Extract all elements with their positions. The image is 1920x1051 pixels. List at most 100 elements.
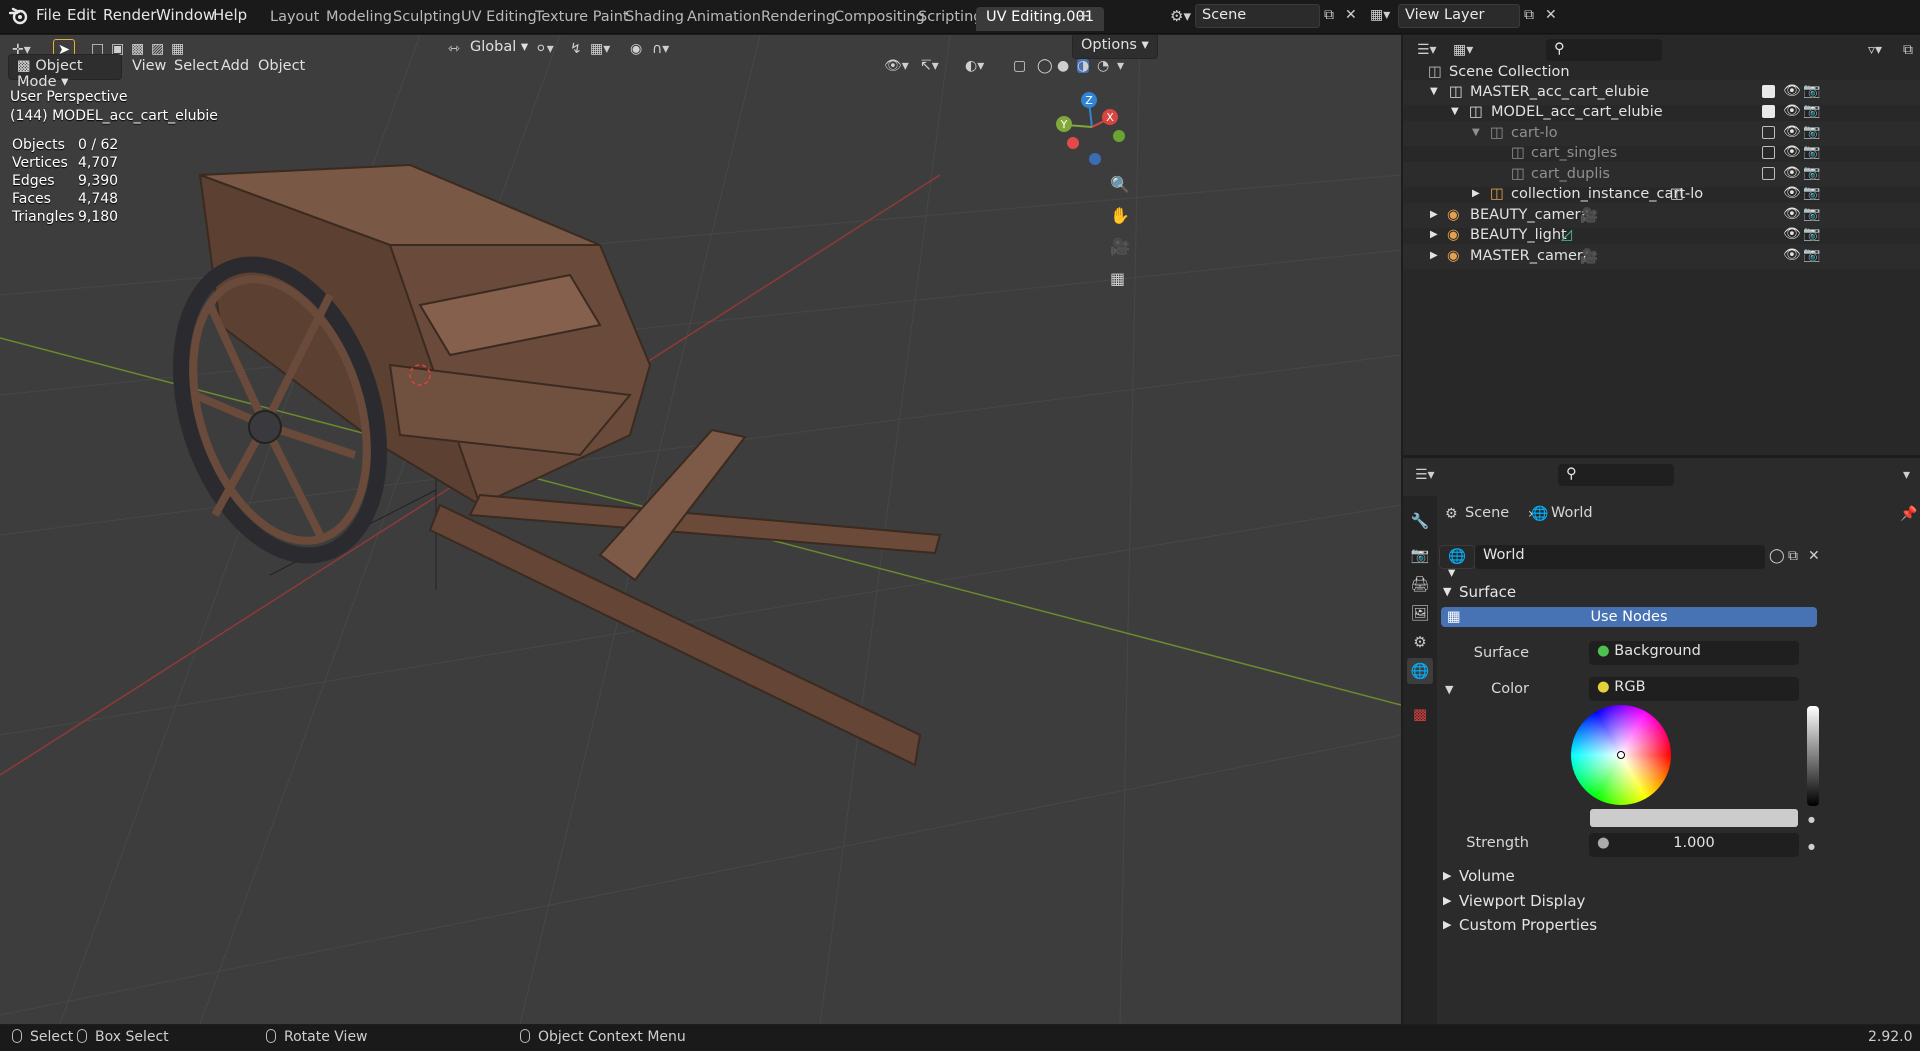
pivot-point-icon[interactable]: ⚪▾ [535, 42, 554, 56]
new-collection-icon[interactable]: ⧉ [1903, 43, 1913, 57]
color-swatch[interactable] [1590, 809, 1798, 827]
orientation-dropdown[interactable]: Global ▾ [462, 36, 536, 62]
delete-view-layer-icon[interactable]: ✕ [1545, 8, 1557, 22]
camera-render-icon[interactable]: 📷 [1803, 103, 1820, 119]
texture-tab-icon[interactable]: ▩ [1407, 701, 1433, 727]
pin-icon[interactable]: 📌 [1900, 507, 1917, 521]
gizmo-z-label[interactable]: Z [1085, 94, 1093, 107]
shading-options-icon[interactable]: ▾ [1117, 59, 1124, 73]
exclude-checkbox[interactable] [1762, 167, 1775, 180]
pan-hand-icon[interactable]: ✋ [1110, 208, 1130, 224]
view-layer-tab-icon[interactable]: 🖼 [1407, 600, 1433, 626]
world-name-field[interactable]: World [1475, 545, 1765, 569]
select-mode-invert-icon[interactable]: ▨ [151, 42, 164, 56]
view-layer-selector[interactable]: View Layer [1398, 4, 1520, 28]
menu-render[interactable]: Render [103, 6, 156, 24]
new-world-icon[interactable]: ⧉ [1788, 549, 1798, 563]
3d-viewport[interactable]: ✛▾ ➤ □ ▣ ▩ ▨ ▦ ⇿ Global ▾ ⚪▾ ↯ ▦▾ ◉ ∩▾ O… [0, 35, 1401, 1024]
camera-view-icon[interactable]: 🎥 [1110, 239, 1130, 255]
proportional-edit-icon[interactable]: ◉ [630, 42, 642, 56]
tool-tab-icon[interactable]: 🔧 [1407, 508, 1433, 534]
scene-selector[interactable]: Scene [1195, 4, 1320, 28]
fake-user-shield-icon[interactable]: ◯ [1769, 549, 1785, 563]
gizmo-x-label[interactable]: X [1106, 111, 1114, 124]
expand-icon[interactable]: ▶ [1472, 188, 1480, 199]
xray-icon[interactable]: ▢ [1013, 59, 1026, 73]
object-mode-dropdown[interactable]: ▩ Object Mode ▾ [8, 54, 122, 90]
keyframe-dot-icon[interactable]: ● [1808, 813, 1815, 827]
zoom-icon[interactable]: 🔍 [1110, 177, 1130, 193]
viewport-menu-object[interactable]: Object [250, 55, 313, 81]
new-scene-icon[interactable]: ⧉ [1324, 8, 1334, 22]
scene-icon[interactable]: ⚙▾ [1170, 9, 1191, 24]
eye-icon[interactable]: 👁 [1783, 185, 1801, 201]
camera-render-icon[interactable]: 📷 [1803, 206, 1820, 222]
snap-toggle-icon[interactable]: ↯ [570, 42, 582, 56]
expand-icon[interactable]: ▼ [1472, 127, 1480, 138]
expand-icon[interactable]: ▼ [1430, 86, 1438, 97]
eye-icon[interactable]: 👁 [1783, 165, 1801, 181]
new-view-layer-icon[interactable]: ⧉ [1524, 8, 1534, 22]
expand-icon[interactable]: ▼ [1451, 106, 1459, 117]
menu-file[interactable]: File [36, 6, 61, 24]
exclude-checkbox[interactable] [1762, 105, 1775, 118]
expand-icon[interactable]: ▶ [1430, 250, 1438, 261]
menu-window[interactable]: Window [156, 6, 215, 24]
camera-render-icon[interactable]: 📷 [1803, 185, 1820, 201]
filter-icon[interactable]: ▿▾ [1868, 43, 1882, 57]
gizmo-y-label[interactable]: Y [1060, 118, 1068, 131]
scene-tab-icon[interactable]: ⚙ [1407, 629, 1433, 655]
delete-scene-icon[interactable]: ✕ [1345, 8, 1357, 22]
outliner-row[interactable]: ▶ ◉ MASTER_camera 🎥 👁 📷 [1403, 244, 1920, 269]
blender-logo-icon[interactable] [9, 7, 29, 25]
navigation-gizmo[interactable]: Z X Y [1050, 90, 1140, 170]
surface-panel-header[interactable]: ▼ Surface [1439, 580, 1913, 608]
overlays-icon[interactable]: ◐▾ [965, 59, 984, 73]
eye-icon[interactable]: 👁 [1783, 206, 1801, 222]
collapse-icon[interactable]: ▾ [1903, 468, 1910, 482]
expand-icon[interactable]: ▶ [1430, 209, 1438, 220]
eye-icon[interactable]: 👁 [1783, 124, 1801, 140]
outliner-search-input[interactable]: ⚲ [1546, 39, 1662, 61]
world-browse-button[interactable]: 🌐▾ [1439, 545, 1475, 581]
rendered-shading-icon[interactable]: ◔ [1097, 59, 1109, 73]
ortho-grid-icon[interactable]: ▦ [1110, 271, 1125, 287]
gizmo-toggle-icon[interactable]: ↸▾ [920, 59, 939, 73]
wireframe-shading-icon[interactable]: ◯ [1037, 59, 1053, 73]
use-nodes-button[interactable]: ▦ Use Nodes [1441, 607, 1817, 627]
expand-icon[interactable]: ▶ [1430, 229, 1438, 240]
properties-search-input[interactable]: ⚲ [1558, 464, 1674, 486]
select-mode-subtract-icon[interactable]: ▩ [131, 42, 144, 56]
eye-icon[interactable]: 👁 [1783, 226, 1801, 242]
camera-render-icon[interactable]: 📷 [1803, 247, 1820, 263]
exclude-checkbox[interactable] [1762, 85, 1775, 98]
output-tab-icon[interactable]: 🖨 [1407, 571, 1433, 597]
keyframe-dot-icon[interactable]: ● [1808, 840, 1815, 854]
color-input-selector[interactable]: ● RGB [1589, 677, 1799, 701]
select-mode-intersect-icon[interactable]: ▦ [171, 42, 184, 56]
solid-shading-icon[interactable]: ● [1057, 59, 1069, 73]
menu-edit[interactable]: Edit [67, 6, 96, 24]
menu-help[interactable]: Help [213, 6, 247, 24]
camera-render-icon[interactable]: 📷 [1803, 144, 1820, 160]
material-shading-icon[interactable]: ◑ [1077, 59, 1090, 73]
camera-render-icon[interactable]: 📷 [1803, 165, 1820, 181]
camera-render-icon[interactable]: 📷 [1803, 83, 1820, 99]
add-workspace-icon[interactable]: + [1077, 8, 1090, 24]
custom-properties-panel-header[interactable]: ▶ Custom Properties [1439, 913, 1913, 941]
value-slider[interactable] [1807, 706, 1819, 806]
outliner-editor-icon[interactable]: ☰▾ [1417, 43, 1437, 57]
eye-icon[interactable]: 👁 [1783, 247, 1801, 263]
strength-slider[interactable]: ● 1.000 [1589, 833, 1799, 857]
surface-shader-selector[interactable]: ● Background [1589, 641, 1799, 665]
world-tab-icon[interactable]: 🌐 [1407, 658, 1433, 684]
color-wheel-cursor[interactable] [1617, 751, 1625, 759]
eye-icon[interactable]: 👁 [1783, 103, 1801, 119]
snap-target-icon[interactable]: ▦▾ [590, 42, 610, 56]
falloff-icon[interactable]: ∩▾ [652, 42, 669, 56]
unlink-world-icon[interactable]: ✕ [1808, 549, 1820, 563]
options-dropdown[interactable]: Options ▾ [1072, 35, 1158, 59]
exclude-checkbox[interactable] [1762, 126, 1775, 139]
volume-panel-header[interactable]: ▶ Volume [1439, 864, 1913, 892]
view-layer-icon[interactable]: ▦▾ [1370, 8, 1390, 22]
